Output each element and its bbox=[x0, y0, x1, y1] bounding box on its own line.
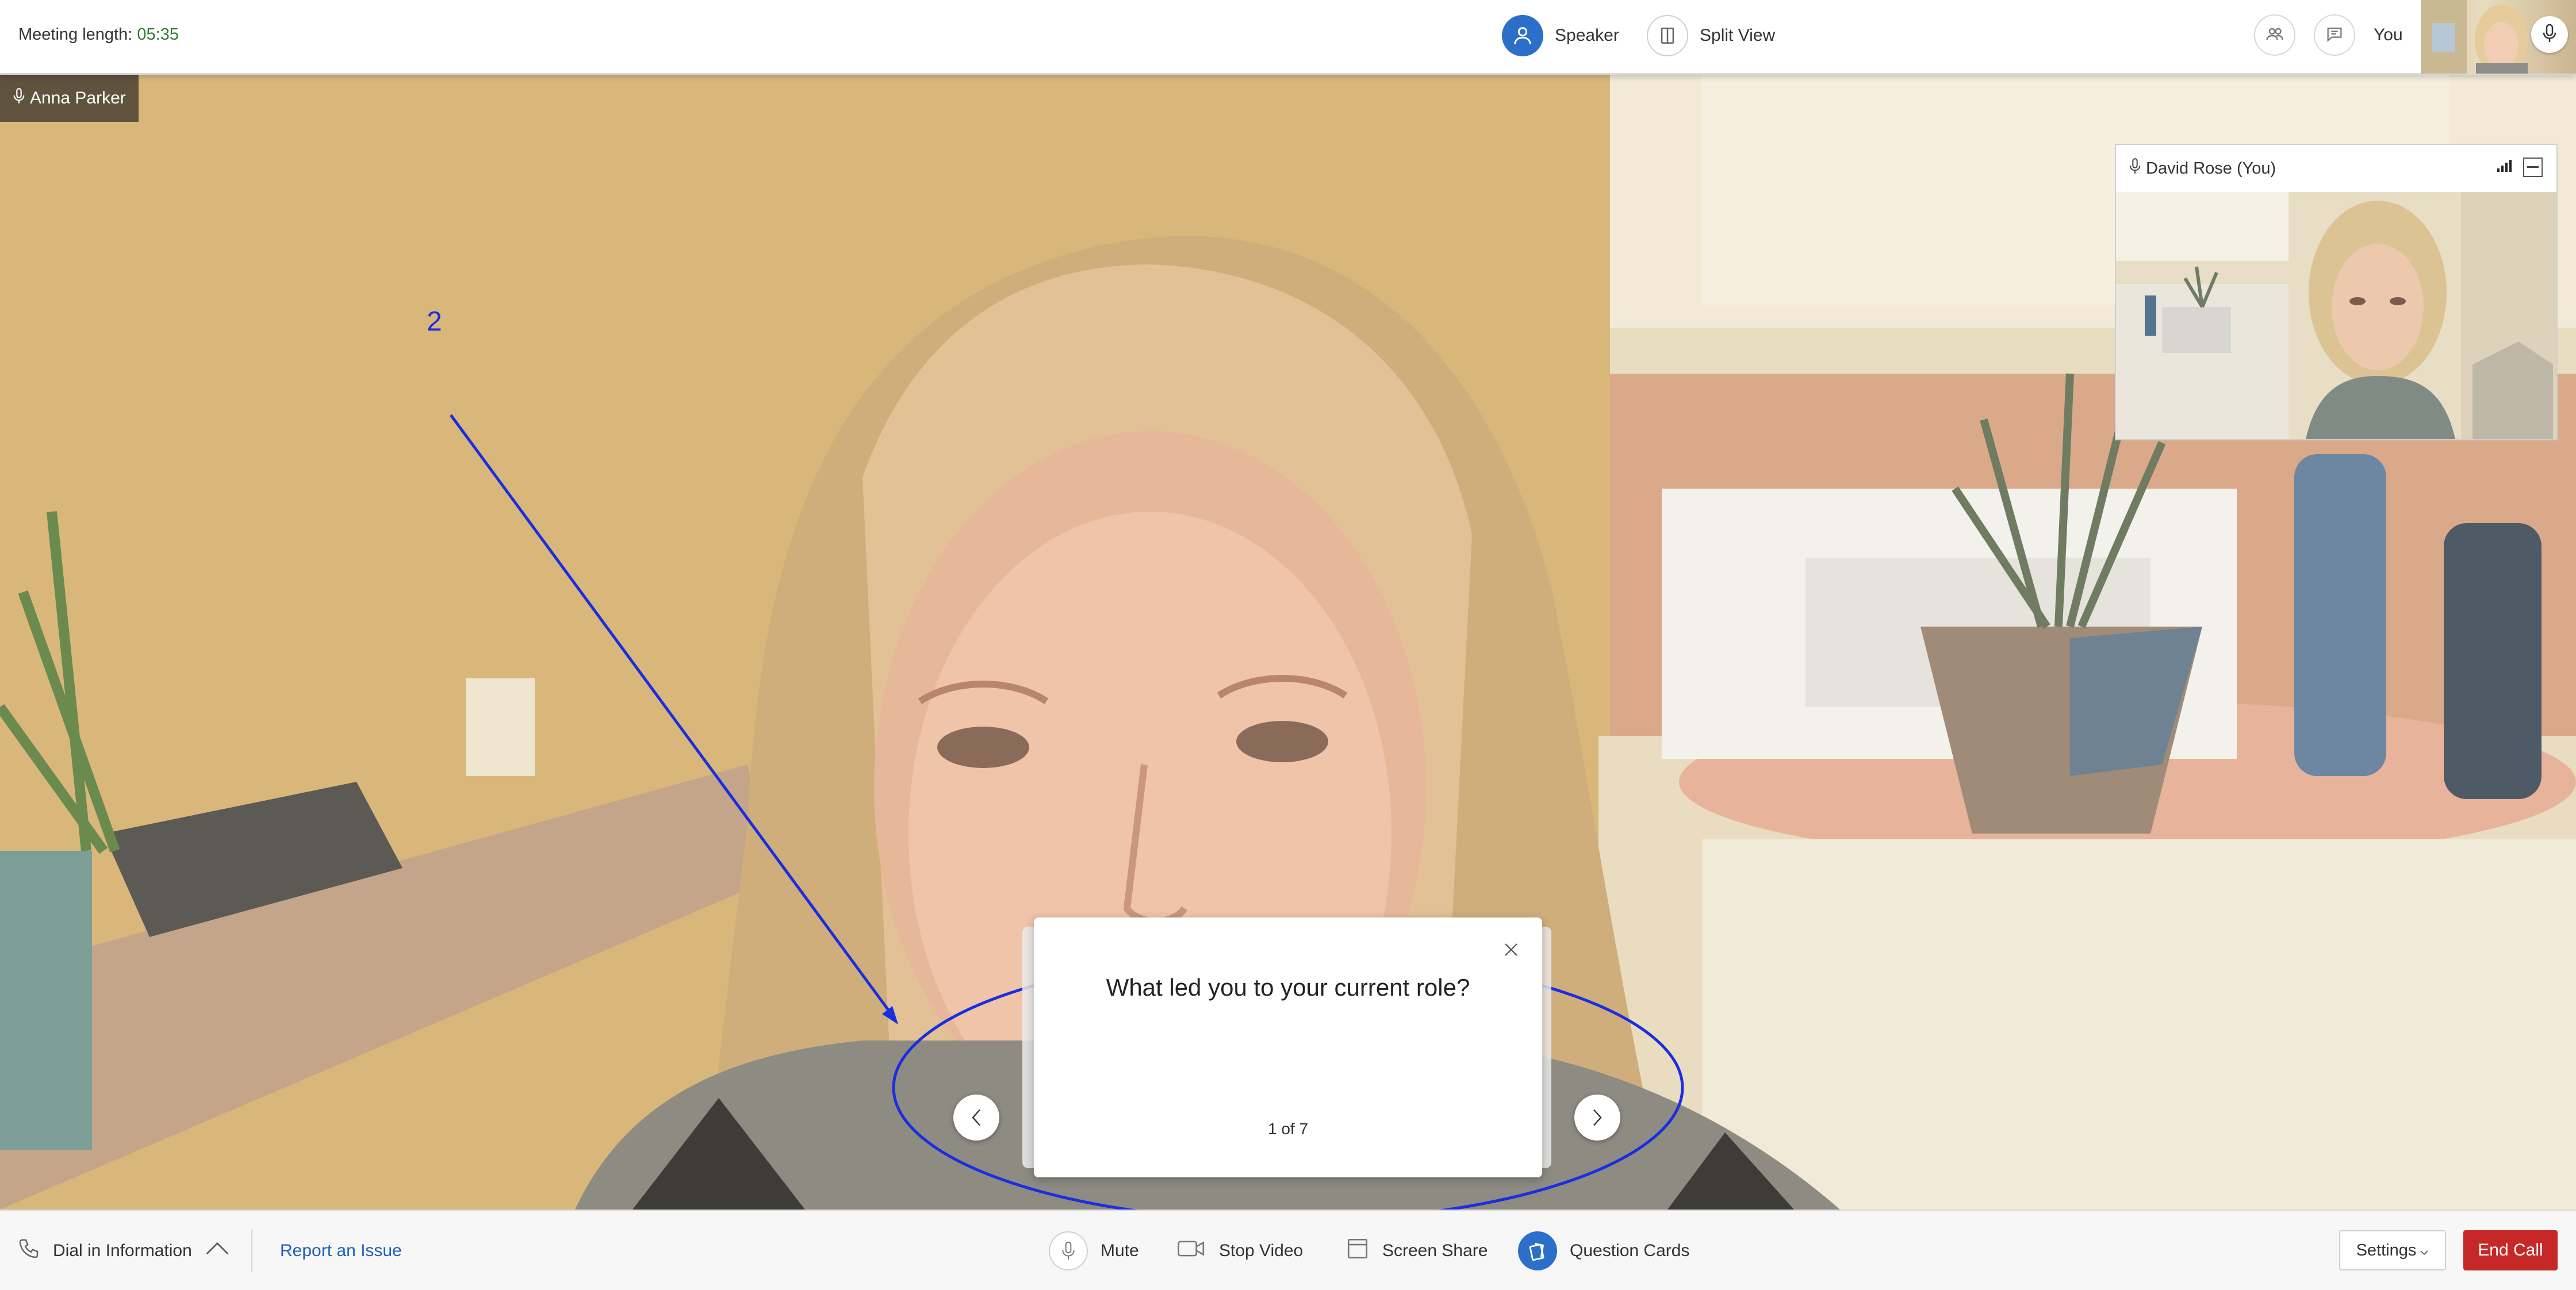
microphone-icon bbox=[2541, 23, 2558, 47]
self-view-name: David Rose (You) bbox=[2146, 159, 2276, 178]
meeting-length: Meeting length: 05:35 bbox=[18, 25, 179, 44]
split-view-button[interactable]: Split View bbox=[1647, 14, 1775, 57]
you-label: You bbox=[2374, 25, 2403, 44]
previous-card-button[interactable] bbox=[953, 1095, 999, 1141]
chevron-right-icon bbox=[1593, 1109, 1602, 1126]
screen-share-icon bbox=[1346, 1237, 1370, 1265]
close-icon bbox=[1505, 943, 1517, 956]
speaker-view-button[interactable]: Speaker bbox=[1502, 14, 1619, 57]
participants-icon bbox=[2264, 24, 2285, 47]
split-view-icon bbox=[1647, 15, 1688, 56]
speaker-name-tag: Anna Parker bbox=[0, 75, 139, 122]
stop-video-label: Stop Video bbox=[1219, 1241, 1304, 1260]
self-view-header: David Rose (You) bbox=[2116, 145, 2556, 192]
next-card-button[interactable] bbox=[1574, 1095, 1620, 1141]
chevron-left-icon bbox=[972, 1109, 980, 1126]
stop-video-button[interactable]: Stop Video bbox=[1176, 1211, 1303, 1290]
end-call-button[interactable]: End Call bbox=[2463, 1230, 2558, 1270]
video-camera-icon bbox=[1176, 1237, 1206, 1265]
microphone-icon bbox=[13, 86, 25, 110]
top-bar: Meeting length: 05:35 Speaker Split View… bbox=[0, 0, 2576, 75]
question-cards-icon bbox=[1518, 1231, 1557, 1270]
screen-share-button[interactable]: Screen Share bbox=[1346, 1211, 1488, 1290]
minimize-icon bbox=[2527, 166, 2539, 168]
chevron-down-icon bbox=[2420, 1241, 2429, 1260]
participants-button[interactable] bbox=[2254, 14, 2295, 56]
minimize-button[interactable] bbox=[2523, 158, 2543, 177]
question-card: What led you to your current role? 1 of … bbox=[1034, 917, 1542, 1177]
settings-button[interactable]: Settings bbox=[2339, 1230, 2446, 1270]
meeting-length-label: Meeting length: bbox=[18, 25, 133, 44]
report-issue-link[interactable]: Report an Issue bbox=[280, 1211, 402, 1290]
speaker-view-label: Speaker bbox=[1555, 26, 1619, 45]
self-view-video bbox=[2116, 192, 2556, 439]
screen-share-label: Screen Share bbox=[1382, 1241, 1488, 1260]
split-view-label: Split View bbox=[1700, 26, 1776, 45]
microphone-icon bbox=[1049, 1231, 1088, 1270]
mute-label: Mute bbox=[1101, 1241, 1139, 1260]
meeting-length-timer: 05:35 bbox=[137, 25, 179, 44]
chat-icon bbox=[2325, 24, 2344, 47]
self-thumbnail[interactable] bbox=[2421, 0, 2576, 74]
settings-label: Settings bbox=[2356, 1241, 2417, 1260]
person-icon bbox=[1502, 15, 1543, 56]
annotation-number: 2 bbox=[427, 306, 442, 337]
question-text: What led you to your current role? bbox=[1106, 974, 1470, 1001]
self-view-image bbox=[2116, 192, 2556, 439]
question-cards-button[interactable]: Question Cards bbox=[1518, 1211, 1689, 1290]
question-cards-label: Question Cards bbox=[1570, 1241, 1690, 1260]
close-card-button[interactable] bbox=[1500, 938, 1523, 961]
footer-divider bbox=[251, 1230, 252, 1272]
dial-in-label: Dial in Information bbox=[53, 1241, 192, 1260]
self-view-panel[interactable]: David Rose (You) bbox=[2115, 144, 2558, 440]
question-counter: 1 of 7 bbox=[1267, 1120, 1309, 1138]
phone-icon bbox=[17, 1237, 40, 1265]
microphone-icon bbox=[2129, 156, 2141, 181]
mute-button[interactable]: Mute bbox=[1049, 1211, 1139, 1290]
bottom-bar: Dial in Information Report an Issue Mute… bbox=[0, 1210, 2576, 1290]
chat-button[interactable] bbox=[2314, 14, 2355, 56]
self-view-tools bbox=[2497, 158, 2543, 177]
speaker-name: Anna Parker bbox=[30, 89, 126, 108]
chevron-up-icon bbox=[205, 1241, 230, 1261]
dial-in-button[interactable]: Dial in Information bbox=[17, 1211, 230, 1290]
thumbnail-mic-button[interactable] bbox=[2531, 16, 2568, 53]
signal-strength-icon bbox=[2497, 158, 2513, 177]
